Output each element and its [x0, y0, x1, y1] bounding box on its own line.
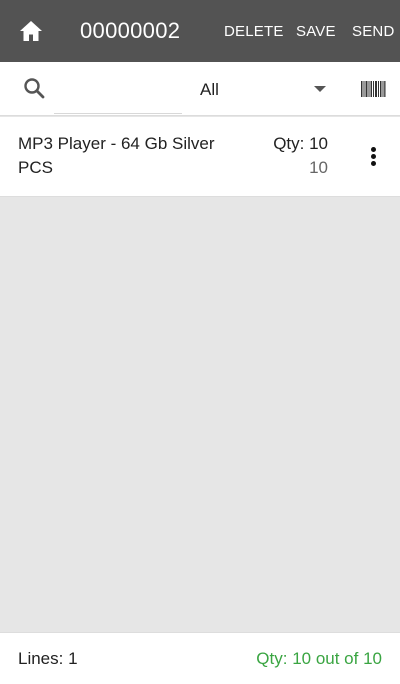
app-bar: 00000002 DELETE SAVE SEND [0, 0, 400, 62]
filter-bar: All [0, 62, 400, 116]
barcode-scan-button[interactable] [360, 79, 386, 99]
list-item[interactable]: MP3 Player - 64 Gb Silver PCS Qty: 10 10 [0, 117, 400, 197]
item-qty: Qty: 10 [273, 134, 328, 153]
home-button[interactable] [18, 18, 44, 44]
item-menu-button[interactable] [362, 145, 384, 169]
item-counted-qty: 10 [309, 158, 328, 177]
barcode-icon [361, 81, 386, 97]
search-button[interactable] [22, 76, 48, 102]
search-icon [24, 78, 45, 99]
filter-dropdown[interactable]: All [200, 76, 332, 102]
summary-footer: Lines: 1 Qty: 10 out of 10 [0, 632, 400, 684]
document-title: 00000002 [80, 18, 181, 43]
qty-summary: Qty: 10 out of 10 [256, 649, 382, 668]
chevron-down-icon [314, 86, 326, 92]
lines-count: Lines: 1 [18, 649, 78, 668]
delete-button[interactable]: DELETE [224, 0, 284, 62]
filter-selected-value: All [200, 80, 219, 99]
send-button[interactable]: SEND [352, 0, 394, 62]
save-button[interactable]: SAVE [296, 0, 336, 62]
home-icon [20, 21, 42, 41]
search-input-underline[interactable] [54, 113, 182, 114]
item-name: MP3 Player - 64 Gb Silver PCS [18, 134, 215, 177]
